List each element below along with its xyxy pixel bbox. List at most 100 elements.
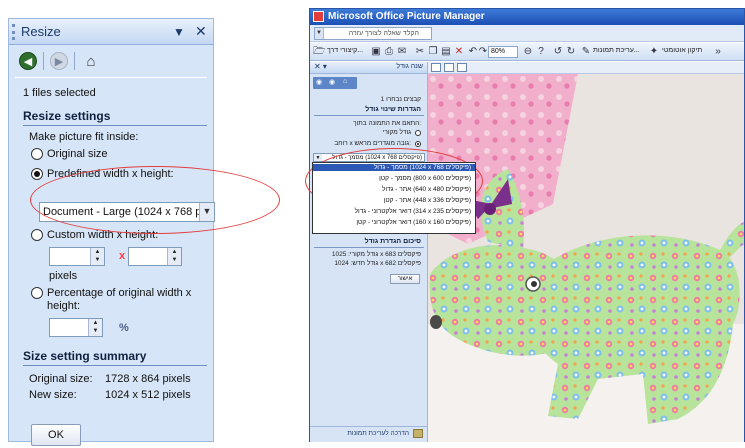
auto-correct-button[interactable]: תיקון אוטומטי	[662, 47, 702, 54]
zoom-dropdown[interactable]: 80%	[488, 46, 518, 58]
ok-button[interactable]: אישור	[390, 274, 420, 284]
spin-arrows-icon[interactable]: ▲ ▼	[90, 248, 104, 265]
nav-divider	[43, 52, 44, 70]
files-selected-count: 1 files selected	[23, 87, 96, 99]
nav-divider	[74, 52, 75, 70]
width-height-separator: x	[119, 250, 126, 262]
edit-pictures-tutorial-link[interactable]: הדרכה לעריכת תמונות	[347, 430, 409, 437]
list-item[interactable]: מסמך - קטן (800 x 600 פיקסלים)	[379, 175, 471, 182]
ok-button[interactable]: OK	[31, 424, 81, 446]
original-size-radio[interactable]	[31, 148, 43, 160]
resize-task-pane: Resize ▼ ✕ ◀ ▶ ⌂ 1 files selected Resize…	[8, 18, 215, 446]
window-title-bar: Microsoft Office Picture Manager	[310, 9, 744, 25]
print-icon[interactable]: ⎙	[383, 46, 395, 58]
task-pane-title: Resize	[21, 24, 61, 39]
custom-height-stepper[interactable]: ▲ ▼	[128, 247, 182, 266]
picture-preview	[428, 74, 744, 442]
window-task-pane-title-bar: ✕ ▾ שנה גודל	[310, 62, 427, 74]
delete-icon[interactable]: ✕	[453, 46, 465, 58]
predefined-size-radio[interactable]	[31, 168, 43, 180]
edit-pictures-icon[interactable]: ✎	[580, 46, 592, 58]
stuffed-toy-dog-photo	[428, 74, 744, 442]
auto-correct-icon[interactable]: ✦	[648, 46, 660, 58]
list-item[interactable]: אתר - קטן (448 x 336 פיקסלים)	[384, 197, 471, 204]
back-arrow-icon[interactable]: ◀	[19, 52, 37, 70]
heading-underline	[314, 247, 424, 248]
size-summary-heading: סיכום הגדרת גודל	[364, 238, 421, 245]
standard-toolbar: 🗁 קיצורי דרך... ▣ ⎙ ✉ ✂ ❐ ▤ ✕ ↶ ↷ 80% ⊖ …	[310, 43, 744, 61]
heading-underline	[23, 365, 207, 366]
custom-width-stepper[interactable]: ▲ ▼	[49, 247, 105, 266]
close-and-menu-icon[interactable]: ✕ ▾	[314, 62, 327, 71]
predefined-size-value: מסמך - גדול (1024 x 768 פיקסלים)	[332, 155, 422, 161]
view-mode-bar	[428, 62, 744, 74]
chevron-down-icon[interactable]: ▼	[314, 154, 322, 161]
resize-settings-heading: Resize settings	[23, 109, 111, 123]
filmstrip-view-icon[interactable]	[444, 63, 454, 72]
save-icon[interactable]: ▣	[370, 46, 382, 58]
edit-pictures-button[interactable]: עריכת תמונות...	[593, 47, 640, 54]
list-item[interactable]: אתר - גדול (640 x 480 פיקסלים)	[382, 186, 471, 193]
predefined-size-dropdown[interactable]: Document - Large (1024 x 768 pixels) ▼	[39, 202, 215, 222]
percentage-label-continued: height:	[47, 300, 81, 312]
help-icon[interactable]: ?	[535, 46, 547, 58]
home-icon[interactable]: ⌂	[81, 51, 101, 71]
drag-grip-icon[interactable]	[12, 24, 15, 40]
make-fit-label: Make picture fit inside:	[29, 131, 139, 143]
task-pane-menu-dropdown-icon[interactable]: ▼	[173, 25, 185, 39]
list-item[interactable]: מסמך - גדול (1024 x 768 פיקסלים)	[313, 164, 475, 171]
single-picture-view-icon[interactable]	[457, 63, 467, 72]
percent-sign: %	[119, 322, 129, 334]
dropdown-arrow-icon[interactable]: ▼	[315, 28, 324, 39]
zoom-out-icon[interactable]: ⊖	[522, 46, 534, 58]
spin-arrows-icon[interactable]: ▲ ▼	[88, 319, 102, 336]
files-selected-count: 1 קבצים נבחרו	[380, 96, 421, 103]
picture-manager-app-icon	[313, 11, 324, 22]
folder-icon[interactable]: 🗁	[313, 46, 325, 58]
rotate-right-icon[interactable]: ↻	[565, 46, 577, 58]
home-icon[interactable]: ⌂	[343, 78, 347, 85]
shortcuts-button[interactable]: קיצורי דרך...	[327, 47, 363, 54]
size-summary-heading: Size setting summary	[23, 349, 147, 363]
original-size-radio[interactable]	[415, 130, 421, 136]
ask-question-placeholder: הקלד שאלה לצורך עזרה	[348, 30, 419, 37]
fit-inside-label: התאם את התמונה בתוך:	[353, 120, 421, 127]
toolbar-options-icon[interactable]: »	[712, 46, 724, 58]
list-item[interactable]: דואר אלקטרוני - גדול (314 x 235 פיקסלים)	[355, 208, 471, 215]
rotate-left-icon[interactable]: ↺	[552, 46, 564, 58]
new-size-key: New size:	[29, 389, 77, 401]
copy-icon[interactable]: ❐	[427, 46, 439, 58]
forward-arrow-icon[interactable]: ◉	[329, 78, 335, 86]
original-size-label: Original size	[47, 148, 108, 160]
paste-icon[interactable]: ▤	[440, 46, 452, 58]
back-arrow-icon[interactable]: ◉	[316, 78, 322, 86]
divider	[15, 77, 207, 78]
percentage-stepper[interactable]: ▲ ▼	[49, 318, 103, 337]
chevron-down-icon[interactable]: ▼	[199, 203, 214, 221]
predefined-size-radio[interactable]	[415, 141, 421, 147]
new-size-value: 1024 x 512 pixels	[105, 389, 191, 401]
spin-arrows-icon[interactable]: ▲ ▼	[167, 248, 181, 265]
predefined-size-label: רוחב x גובה מוגדרים מראש:	[334, 140, 411, 147]
task-pane-title-bar: Resize ▼ ✕	[9, 19, 213, 45]
window-title: Microsoft Office Picture Manager	[328, 11, 485, 22]
predefined-size-list: מסמך - גדול (1024 x 768 פיקסלים) מסמך - …	[312, 162, 476, 234]
cut-icon[interactable]: ✂	[414, 46, 426, 58]
custom-size-label: Custom width x height:	[47, 229, 159, 241]
task-pane-footer: הדרכה לעריכת תמונות	[310, 426, 427, 440]
original-size-row: גודל מקורי: 1025 x 683 פיקסלים	[331, 251, 421, 258]
list-item[interactable]: דואר אלקטרוני - קטן (160 x 160 פיקסלים)	[356, 219, 471, 226]
close-icon[interactable]: ✕	[195, 23, 207, 40]
predefined-size-dropdown[interactable]: ▼ מסמך - גדול (1024 x 768 פיקסלים)	[313, 153, 425, 162]
task-pane-navigation: ◀ ▶ ⌂	[19, 51, 101, 71]
thumbnail-view-icon[interactable]	[431, 63, 441, 72]
custom-size-radio[interactable]	[31, 229, 43, 241]
predefined-size-value: Document - Large (1024 x 768 pixels)	[43, 206, 215, 218]
ask-question-box[interactable]: ▼ הקלד שאלה לצורך עזרה	[314, 27, 432, 40]
email-icon[interactable]: ✉	[396, 46, 408, 58]
window-task-pane-title: שנה גודל	[396, 63, 423, 70]
forward-arrow-icon[interactable]: ▶	[50, 52, 68, 70]
predefined-size-label: Predefined width x height:	[47, 168, 174, 180]
original-size-value: 1728 x 864 pixels	[105, 373, 191, 385]
percentage-radio[interactable]	[31, 287, 43, 299]
